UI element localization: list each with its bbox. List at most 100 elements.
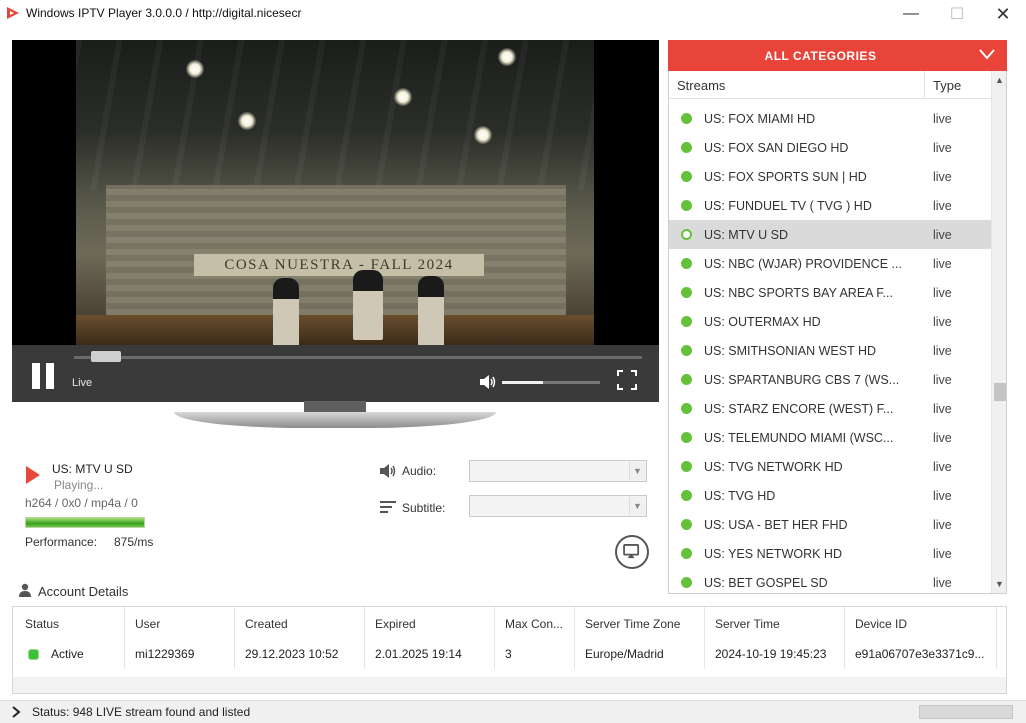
account-device-id: e91a06707e3e3371c9...: [855, 647, 985, 661]
stream-row[interactable]: US: TELEMUNDO MIAMI (WSC... live: [669, 423, 991, 452]
live-status-dot: [681, 345, 692, 356]
stream-row[interactable]: US: STARZ ENCORE (WEST) F... live: [669, 394, 991, 423]
live-status-dot: [681, 200, 692, 211]
column-divider: [124, 607, 125, 669]
performer-figure: [418, 276, 444, 346]
account-header-created[interactable]: Created: [245, 617, 288, 631]
stream-row[interactable]: US: OUTERMAX HD live: [669, 307, 991, 336]
stream-row[interactable]: US: FUNDUEL TV ( TVG ) HD live: [669, 191, 991, 220]
stream-name: US: FOX SAN DIEGO HD: [704, 141, 849, 155]
account-header-device-id[interactable]: Device ID: [855, 617, 907, 631]
stream-row[interactable]: US: FOX SAN DIEGO HD live: [669, 133, 991, 162]
maximize-button[interactable]: ☐: [934, 0, 980, 28]
stream-row[interactable]: US: USA - BET HER FHD live: [669, 510, 991, 539]
account-details-title: Account Details: [38, 584, 129, 599]
account-header-status[interactable]: Status: [25, 617, 59, 631]
volume-icon[interactable]: [479, 374, 497, 390]
pause-icon[interactable]: [32, 363, 56, 389]
arena-floor: [76, 315, 594, 345]
column-divider: [924, 71, 925, 99]
chevron-down-icon[interactable]: ▼: [629, 497, 645, 515]
chevron-down-icon[interactable]: ▼: [629, 462, 645, 480]
close-button[interactable]: ✕: [980, 0, 1026, 28]
account-header-max-connections[interactable]: Max Con...: [505, 617, 577, 631]
speaker-icon: [380, 464, 396, 478]
account-max-connections: 3: [505, 647, 512, 661]
stream-row[interactable]: US: BET GOSPEL SD live: [669, 568, 991, 593]
ceiling-lamp: [498, 48, 516, 66]
stream-type: live: [933, 228, 952, 242]
stream-name: US: NBC (WJAR) PROVIDENCE ...: [704, 257, 902, 271]
playback-status: Playing...: [54, 478, 104, 492]
account-server-time: 2024-10-19 19:45:23: [715, 647, 827, 661]
account-header-expired[interactable]: Expired: [375, 617, 416, 631]
stream-type: live: [933, 402, 952, 416]
scroll-up-icon[interactable]: ▲: [995, 75, 1004, 85]
status-text: Status: 948 LIVE stream found and listed: [32, 705, 251, 719]
minimize-button[interactable]: —: [888, 0, 934, 28]
stream-row[interactable]: US: MTV U SD live: [669, 220, 991, 249]
live-status-dot: [681, 229, 692, 240]
stream-name: US: TVG HD: [704, 489, 776, 503]
chevron-right-icon[interactable]: [11, 705, 21, 719]
stream-type: live: [933, 576, 952, 590]
column-header-streams[interactable]: Streams: [677, 78, 725, 93]
stream-name: US: BET GOSPEL SD: [704, 576, 828, 590]
video-frame: COSA NUESTRA - FALL 2024: [76, 40, 594, 348]
stream-row[interactable]: US: YES NETWORK HD live: [669, 539, 991, 568]
performance-value: 875/ms: [114, 535, 154, 549]
cast-icon[interactable]: [615, 535, 649, 569]
video-player[interactable]: COSA NUESTRA - FALL 2024 Live: [12, 40, 659, 402]
seek-handle[interactable]: [91, 351, 122, 362]
tv-stand: [174, 401, 496, 431]
window-title: Windows IPTV Player 3.0.0.0 / http://dig…: [26, 6, 302, 20]
stream-name: US: SMITHSONIAN WEST HD: [704, 344, 877, 358]
category-selector[interactable]: ALL CATEGORIES: [668, 40, 1007, 71]
stream-row[interactable]: US: FOX MIAMI HD live: [669, 104, 991, 133]
chevron-down-icon[interactable]: [978, 47, 996, 61]
stream-type: live: [933, 460, 952, 474]
column-header-type[interactable]: Type: [933, 78, 961, 93]
live-status-dot: [681, 490, 692, 501]
scroll-down-icon[interactable]: ▼: [995, 579, 1004, 589]
fullscreen-icon[interactable]: [617, 370, 637, 390]
stream-row[interactable]: US: TVG NETWORK HD live: [669, 452, 991, 481]
live-status-dot: [681, 461, 692, 472]
stream-name: US: FOX MIAMI HD: [704, 112, 816, 126]
volume-slider[interactable]: [502, 381, 600, 384]
performer-figure: [273, 278, 299, 348]
user-icon: [19, 583, 31, 597]
stream-name: US: YES NETWORK HD: [704, 547, 842, 561]
column-divider: [996, 607, 997, 669]
stream-list[interactable]: Streams Type US: FOX MIAMI HD live US: FOX…: [668, 71, 1007, 594]
ceiling-lamp: [186, 60, 204, 78]
account-header-server-time[interactable]: Server Time: [715, 617, 780, 631]
scroll-thumb[interactable]: [994, 383, 1006, 401]
ceiling-lamp: [394, 88, 412, 106]
stream-row[interactable]: US: TVG HD live: [669, 481, 991, 510]
performance-bar: [25, 517, 145, 528]
stand-neck: [304, 401, 366, 412]
title-bar: Windows IPTV Player 3.0.0.0 / http://dig…: [0, 0, 1026, 28]
stream-row[interactable]: US: SMITHSONIAN WEST HD live: [669, 336, 991, 365]
account-table-scrollbar[interactable]: [13, 677, 1006, 693]
live-status-dot: [681, 374, 692, 385]
stream-name: US: TELEMUNDO MIAMI (WSC...: [704, 431, 894, 445]
performance-label: Performance:: [25, 535, 98, 549]
stream-row[interactable]: US: SPARTANBURG CBS 7 (WS... live: [669, 365, 991, 394]
live-status-dot: [681, 113, 692, 124]
account-header-timezone[interactable]: Server Time Zone: [585, 617, 680, 631]
audio-track-select[interactable]: ▼: [469, 460, 647, 482]
subtitle-track-select[interactable]: ▼: [469, 495, 647, 517]
stream-list-scrollbar[interactable]: ▲ ▼: [991, 71, 1006, 593]
account-header-user[interactable]: User: [135, 617, 160, 631]
live-status-dot: [681, 258, 692, 269]
live-status-dot: [681, 548, 692, 559]
stream-row[interactable]: US: FOX SPORTS SUN | HD live: [669, 162, 991, 191]
stream-name: US: SPARTANBURG CBS 7 (WS...: [704, 373, 900, 387]
stream-row[interactable]: US: NBC (WJAR) PROVIDENCE ... live: [669, 249, 991, 278]
stream-row[interactable]: US: NBC SPORTS BAY AREA F... live: [669, 278, 991, 307]
app-play-icon: [7, 7, 19, 19]
stream-name: US: STARZ ENCORE (WEST) F...: [704, 402, 894, 416]
seek-bar[interactable]: [74, 356, 642, 359]
